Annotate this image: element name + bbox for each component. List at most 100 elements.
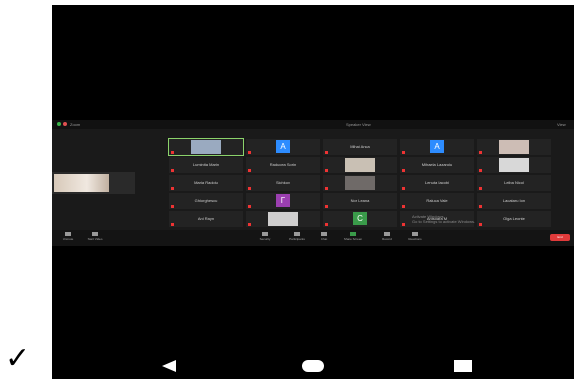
avatar: C xyxy=(353,212,367,225)
participant-tile[interactable]: Ani Rayn xyxy=(169,211,243,227)
chat-button[interactable]: Chat xyxy=(314,232,334,244)
zoom-app-label: Zoom xyxy=(70,122,81,127)
view-menu[interactable]: View xyxy=(557,122,566,127)
participant-tile[interactable]: Raducea Sorin xyxy=(246,157,320,173)
participant-name: Nor Leana xyxy=(350,198,370,203)
participant-tile[interactable]: Γ xyxy=(246,193,320,209)
participant-tile[interactable]: Maria Radoiu xyxy=(169,175,243,191)
participant-tile[interactable]: C xyxy=(323,211,397,227)
muted-mic-icon xyxy=(171,151,174,154)
chat-icon xyxy=(321,232,327,236)
smile-icon xyxy=(412,232,418,236)
start-video-label: Start Video xyxy=(87,237,103,241)
participant-tile[interactable] xyxy=(477,157,551,173)
participant-video xyxy=(499,158,529,172)
recent-apps-nav-icon[interactable] xyxy=(454,360,472,372)
end-meeting-button[interactable]: End xyxy=(550,234,570,241)
muted-mic-icon xyxy=(402,187,405,190)
security-button[interactable]: Security xyxy=(252,232,278,244)
muted-mic-icon xyxy=(325,151,328,154)
participant-video xyxy=(268,212,298,226)
participant-tile[interactable]: Ghiorghescu xyxy=(169,193,243,209)
shield-icon xyxy=(262,232,268,236)
participant-tile[interactable]: Lenuta Iacobi xyxy=(400,175,474,191)
unmute-button[interactable]: Unmute xyxy=(56,232,80,244)
participant-name: Ghiorghescu xyxy=(194,198,218,203)
status-dot-icon xyxy=(57,122,61,126)
home-nav-icon[interactable] xyxy=(302,360,324,372)
muted-mic-icon xyxy=(479,223,482,226)
share-screen-button[interactable]: Share Screen xyxy=(338,232,368,244)
unmute-label: Unmute xyxy=(62,237,74,241)
zoom-title-bar: Zoom Speaker View View xyxy=(52,120,574,129)
participant-name: Raducea Sorin xyxy=(269,162,297,167)
muted-mic-icon xyxy=(402,223,405,226)
microphone-icon xyxy=(65,232,71,236)
muted-mic-icon xyxy=(325,169,328,172)
avatar: A xyxy=(276,140,290,153)
participant-grid: A Mihai Anca A Luminita Marin Raducea Sorin M… xyxy=(168,138,551,229)
muted-mic-icon xyxy=(479,187,482,190)
camera-icon xyxy=(92,232,98,236)
shared-screen-image xyxy=(54,174,109,192)
watermark-line-2: Go to Settings to activate Windows. xyxy=(412,219,476,224)
participant-tile[interactable]: Raluca Vale xyxy=(400,193,474,209)
participant-tile[interactable] xyxy=(323,157,397,173)
participant-tile[interactable] xyxy=(323,175,397,191)
reactions-button[interactable]: Reactions xyxy=(402,232,428,244)
muted-mic-icon xyxy=(325,205,328,208)
participant-name: Maria Radoiu xyxy=(194,180,218,185)
participant-tile[interactable] xyxy=(168,138,244,156)
participant-name: Leiba Nicol xyxy=(504,180,524,185)
participant-name: Olga Leonte xyxy=(503,216,525,221)
muted-mic-icon xyxy=(171,169,174,172)
participant-tile[interactable]: Leiba Nicol xyxy=(477,175,551,191)
participant-tile[interactable]: A xyxy=(246,139,320,155)
participants-button[interactable]: Participants xyxy=(284,232,310,244)
muted-mic-icon xyxy=(479,205,482,208)
muted-mic-icon xyxy=(325,187,328,190)
speaker-view-label[interactable]: Speaker View xyxy=(346,122,371,127)
participant-tile[interactable]: Sichkov xyxy=(246,175,320,191)
muted-mic-icon xyxy=(248,205,251,208)
muted-mic-icon xyxy=(171,205,174,208)
participant-name: Sichkov xyxy=(275,180,290,185)
participant-tile[interactable] xyxy=(477,139,551,155)
participant-tile[interactable]: Mihai Anca xyxy=(323,139,397,155)
muted-mic-icon xyxy=(248,223,251,226)
muted-mic-icon xyxy=(402,169,405,172)
participant-tile[interactable]: Luminita Marin xyxy=(169,157,243,173)
record-button[interactable]: Record xyxy=(376,232,398,244)
avatar: A xyxy=(430,140,444,153)
participant-name: Luminita Marin xyxy=(192,162,220,167)
participant-name: Mihai Anca xyxy=(350,144,370,149)
participants-label: Participants xyxy=(289,237,305,241)
start-video-button[interactable]: Start Video xyxy=(82,232,108,244)
avatar: Γ xyxy=(276,194,290,207)
participant-tile[interactable] xyxy=(246,211,320,227)
participant-tile[interactable]: Mihaela Lazaroiu xyxy=(400,157,474,173)
meeting-controls-bar: Unmute Start Video Security Participants… xyxy=(52,230,574,246)
participant-tile[interactable]: Nor Leana xyxy=(323,193,397,209)
participant-name: Lenuta Iacobi xyxy=(424,180,450,185)
windows-activation-watermark: Activate Windows Go to Settings to activ… xyxy=(412,214,475,224)
share-screen-icon xyxy=(350,232,356,236)
participant-name: Lacataru Ion xyxy=(502,198,526,203)
share-screen-label: Share Screen xyxy=(343,237,363,241)
back-nav-icon[interactable] xyxy=(162,360,176,372)
shared-screen-thumbnail[interactable] xyxy=(52,172,135,194)
muted-mic-icon xyxy=(171,223,174,226)
participant-tile[interactable]: Olga Leonte xyxy=(477,211,551,227)
participant-tile[interactable]: A xyxy=(400,139,474,155)
muted-mic-icon xyxy=(479,151,482,154)
participant-tile[interactable]: Lacataru Ion xyxy=(477,193,551,209)
muted-mic-icon xyxy=(402,151,405,154)
participant-name: Ani Rayn xyxy=(197,216,215,221)
security-label: Security xyxy=(259,237,271,241)
people-icon xyxy=(294,232,300,236)
participant-video xyxy=(191,140,221,154)
phone-screen: Zoom Speaker View View A Mihai Anca A Lumin… xyxy=(52,5,574,379)
record-label: Record xyxy=(382,237,392,241)
participant-video xyxy=(499,140,529,154)
muted-mic-icon xyxy=(248,187,251,190)
